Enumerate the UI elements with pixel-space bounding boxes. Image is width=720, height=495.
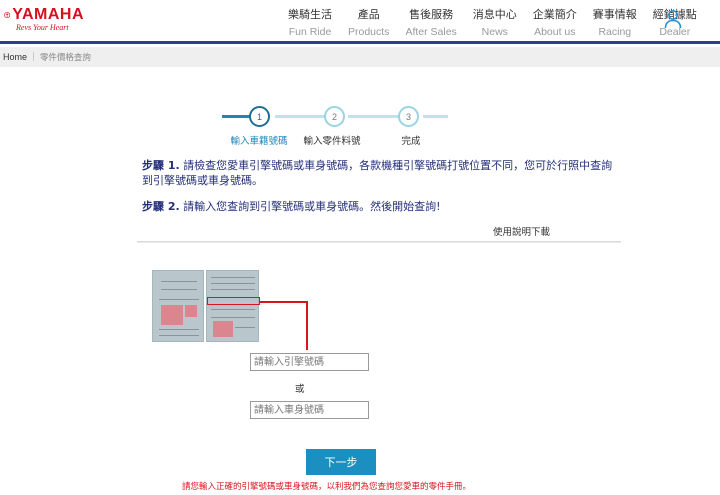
step-indicator: 1 2 3 輸入車籍號碼 輸入零件料號 完成 <box>222 105 448 147</box>
instruction-step-1-text: 請檢查您愛車引擎號碼或車身號碼，各款機種引擎號碼打號位置不同，您可於行照中查詢到… <box>142 159 613 187</box>
instruction-step-1-prefix: 步驟 1. <box>142 159 180 172</box>
tuning-fork-icon <box>4 11 11 19</box>
step-2-label: 輸入零件料號 <box>303 136 361 147</box>
warning-text: 請您輸入正確的引擎號碼或車身號碼，以利我們為您查詢您愛車的零件手冊。 <box>182 482 472 492</box>
nav-item-racing[interactable]: 賽事情報 Racing <box>585 8 645 39</box>
breadcrumb-current: 零件價格查詢 <box>39 53 91 63</box>
step-2-circle: 2 <box>324 106 345 127</box>
step-1-label: 輸入車籍號碼 <box>230 136 288 147</box>
breadcrumb-separator: | <box>32 52 35 62</box>
instruction-step-2-prefix: 步驟 2. <box>142 200 180 213</box>
nav-item-fun-ride[interactable]: 樂騎生活 Fun Ride <box>280 8 340 39</box>
or-text: 或 <box>295 384 305 395</box>
nav-label-zh: 賽事情報 <box>592 8 637 21</box>
nav-label-en: Products <box>348 26 390 38</box>
nav-label-zh: 消息中心 <box>472 8 517 21</box>
nav-label-en: About us <box>534 26 576 38</box>
license-image-back <box>206 270 259 342</box>
pointer-line-horizontal <box>260 301 307 303</box>
nav-label-zh: 企業簡介 <box>532 8 577 21</box>
nav-label-en: After Sales <box>405 26 457 38</box>
breadcrumb-home[interactable]: Home <box>3 52 27 62</box>
next-button[interactable]: 下一步 <box>306 449 376 475</box>
pointer-line-vertical <box>306 301 308 350</box>
license-image-front <box>152 270 204 342</box>
site-header: YAMAHA Revs Your Heart 樂騎生活 Fun Ride 產品 … <box>0 0 720 44</box>
body-number-input[interactable] <box>250 401 369 419</box>
instruction-step-2-text: 請輸入您查詢到引擎號碼或車身號碼。然後開始查詢! <box>183 200 441 213</box>
yamaha-logo[interactable]: YAMAHA Revs Your Heart <box>4 6 84 36</box>
nav-label-en: Racing <box>598 26 632 38</box>
nav-label-en: News <box>481 26 508 38</box>
engine-number-highlight <box>207 297 260 305</box>
logo-tagline: Revs Your Heart <box>16 23 69 32</box>
divider <box>137 241 621 243</box>
step-3-circle: 3 <box>398 106 419 127</box>
user-icon[interactable] <box>664 9 682 29</box>
nav-label-zh: 樂騎生活 <box>288 8 332 21</box>
nav-item-about-us[interactable]: 企業簡介 About us <box>525 8 585 39</box>
step-1-circle: 1 <box>249 106 270 127</box>
instruction-step-2: 步驟 2. 請輸入您查詢到引擎號碼或車身號碼。然後開始查詢! <box>142 199 622 214</box>
nav-item-products[interactable]: 產品 Products <box>340 8 397 39</box>
engine-number-input[interactable] <box>250 353 369 371</box>
logo-text: YAMAHA <box>12 6 84 23</box>
nav-label-en: Fun Ride <box>288 26 332 38</box>
main-nav: 樂騎生活 Fun Ride 產品 Products 售後服務 After Sal… <box>280 8 705 39</box>
breadcrumb: Home | 零件價格查詢 <box>0 47 720 67</box>
nav-item-news[interactable]: 消息中心 News <box>465 8 525 39</box>
nav-label-zh: 產品 <box>357 8 380 21</box>
download-manual-link[interactable]: 使用說明下載 <box>493 224 550 238</box>
instruction-step-1: 步驟 1. 請檢查您愛車引擎號碼或車身號碼，各款機種引擎號碼打號位置不同，您可於… <box>142 158 622 188</box>
nav-label-zh: 售後服務 <box>409 8 454 21</box>
step-3-label: 完成 <box>401 136 421 147</box>
nav-item-after-sales[interactable]: 售後服務 After Sales <box>397 8 464 39</box>
step-line <box>423 115 448 118</box>
